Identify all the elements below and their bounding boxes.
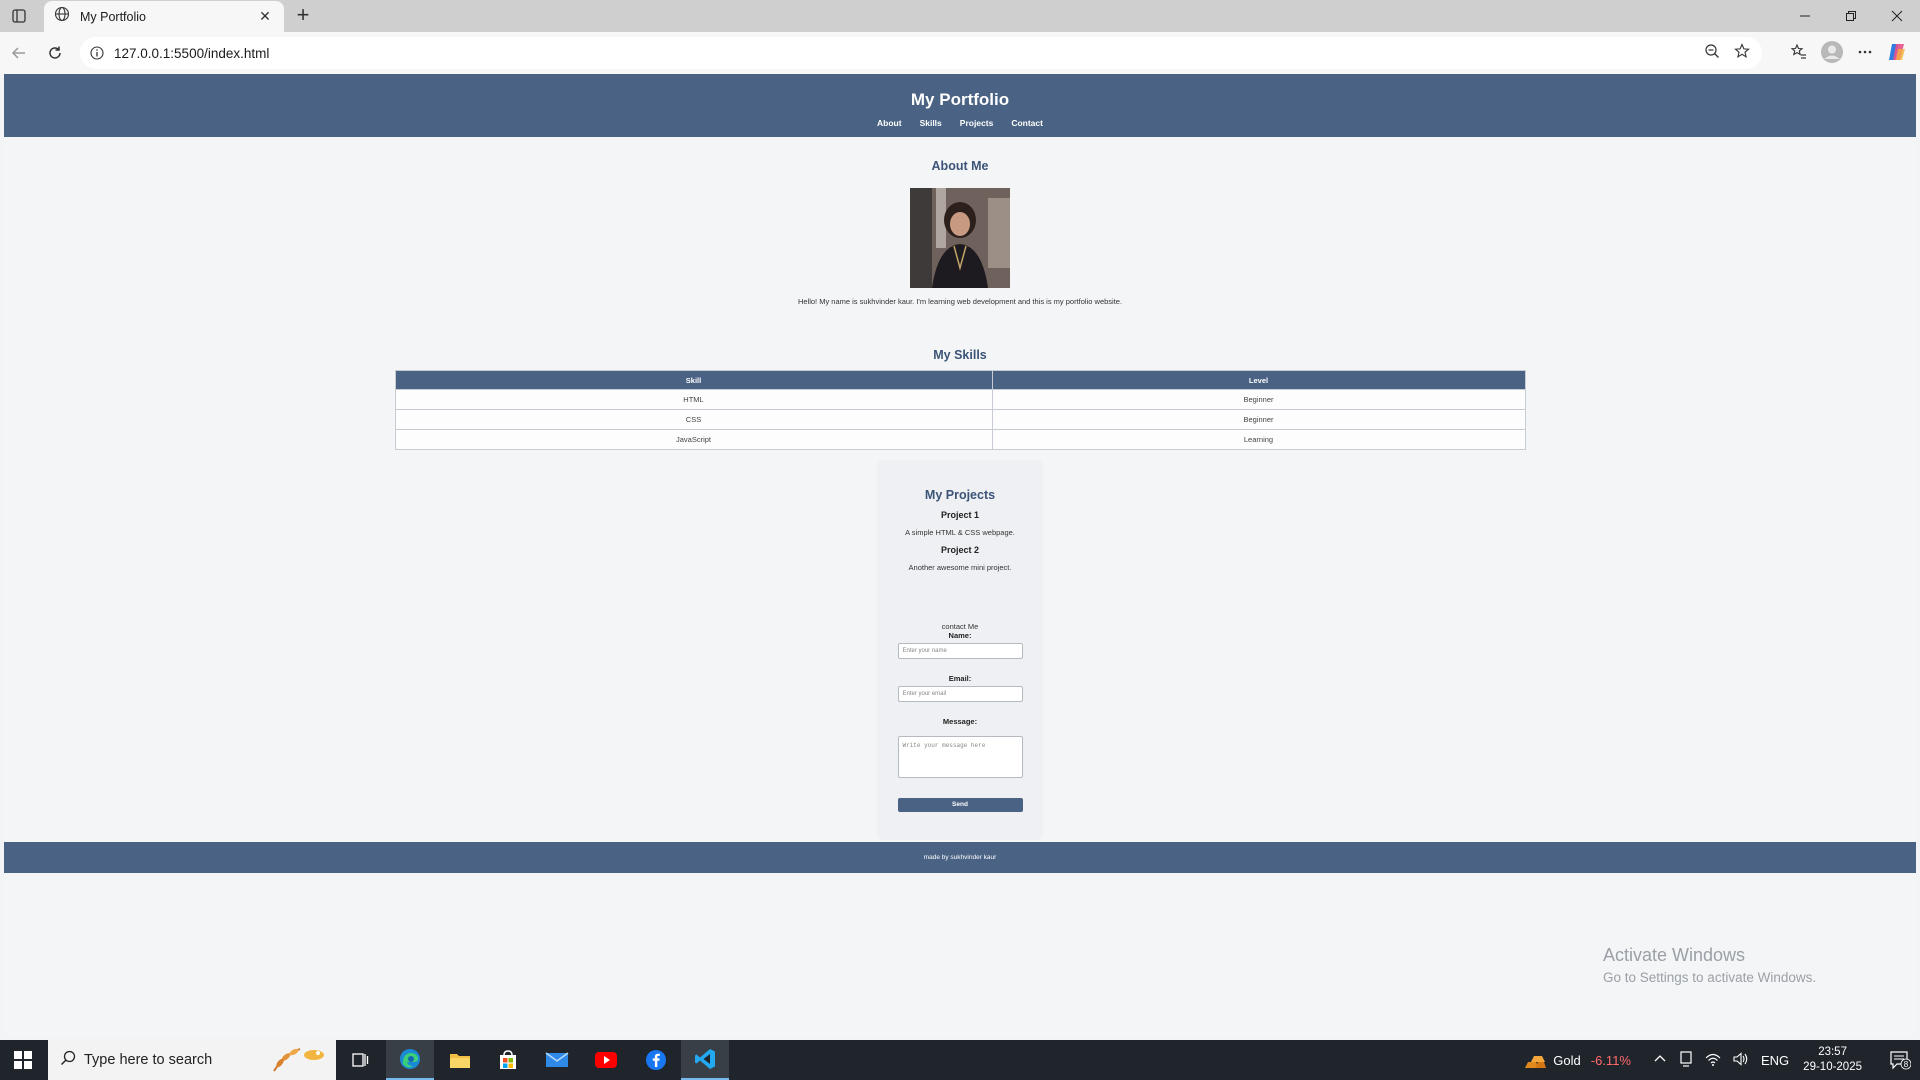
youtube-icon[interactable] (582, 1040, 630, 1080)
edge-taskbar-icon[interactable] (386, 1040, 434, 1080)
favorite-star-icon[interactable] (1734, 42, 1750, 64)
notification-count: 8 (1904, 1060, 1909, 1069)
profile-photo (910, 188, 1010, 288)
taskbar: Type here to search Gold -6.11% ENG 23:5… (0, 1040, 1920, 1080)
table-row: HTML Beginner (394, 389, 1526, 410)
contact-caption: contact Me (941, 622, 979, 631)
task-view-icon[interactable] (336, 1040, 384, 1080)
back-icon[interactable] (8, 42, 30, 64)
table-cell-level: Beginner (991, 409, 1526, 430)
skills-heading: My Skills (933, 348, 987, 362)
browser-titlebar: My Portfolio ✕ + (0, 0, 1920, 32)
table-header-skill: Skill (394, 370, 993, 390)
gold-change: -6.11% (1590, 1052, 1631, 1068)
wifi-icon[interactable] (1705, 1052, 1721, 1069)
vscode-icon[interactable] (681, 1040, 729, 1080)
language-indicator[interactable]: ENG (1761, 1053, 1789, 1068)
window-controls (1782, 0, 1920, 32)
search-placeholder: Type here to search (84, 1052, 213, 1068)
notification-center-icon[interactable]: 8 (1880, 1050, 1920, 1070)
skills-section: My Skills Skill Level HTML Beginner CSS … (4, 348, 1916, 450)
project-1-title: Project 1 (940, 510, 980, 520)
close-window-icon[interactable] (1874, 0, 1920, 32)
url-text[interactable]: 127.0.0.1:5500/index.html (114, 46, 1704, 61)
device-icon[interactable] (1679, 1050, 1693, 1070)
profile-avatar-icon[interactable] (1820, 40, 1844, 69)
browser-tab[interactable]: My Portfolio ✕ (44, 1, 284, 32)
copilot-icon[interactable] (1886, 41, 1908, 68)
watermark-line2: Go to Settings to activate Windows. (1603, 970, 1817, 985)
nav-link-skills[interactable]: Skills (920, 118, 942, 128)
gold-bars-icon (1525, 1056, 1547, 1068)
close-icon[interactable]: ✕ (256, 8, 274, 25)
clock-date: 29-10-2025 (1803, 1061, 1862, 1073)
search-icon (60, 1050, 76, 1071)
restore-icon[interactable] (1828, 0, 1874, 32)
tab-actions-icon[interactable] (8, 6, 30, 26)
projects-section: My Projects Project 1 A simple HTML & CS… (877, 460, 1043, 840)
refresh-icon[interactable] (44, 42, 66, 64)
email-label: Email: (948, 674, 972, 683)
site-header: My Portfolio About Skills Projects Conta… (4, 74, 1916, 137)
table-cell-level: Beginner (991, 389, 1526, 410)
message-textarea[interactable]: Write your message here (897, 736, 1023, 778)
gold-widget[interactable]: Gold -6.11% (1523, 1050, 1631, 1070)
table-cell-skill: JavaScript (394, 429, 993, 450)
favorites-icon[interactable] (1790, 43, 1808, 66)
name-label: Name: (948, 631, 972, 640)
chevron-up-icon[interactable] (1653, 1052, 1667, 1069)
file-explorer-icon[interactable] (436, 1040, 484, 1080)
about-text: Hello! My name is sukhvinder kaur. I'm l… (797, 297, 1123, 306)
system-tray: Gold -6.11% ENG 23:57 29-10-2025 8 (1523, 1040, 1920, 1080)
nav-link-about[interactable]: About (877, 118, 902, 128)
mail-icon[interactable] (533, 1040, 581, 1080)
tab-title: My Portfolio (80, 9, 146, 24)
minimize-icon[interactable] (1782, 0, 1828, 32)
table-row: CSS Beginner (394, 409, 1526, 430)
project-2-description: Another awesome mini project. (908, 563, 1012, 572)
zoom-out-icon[interactable] (1704, 43, 1720, 64)
clock[interactable]: 23:57 29-10-2025 (1803, 1045, 1862, 1075)
watermark-line1: Activate Windows (1603, 945, 1746, 965)
windows-start-icon[interactable] (0, 1040, 46, 1080)
search-highlight-icon (266, 1041, 332, 1080)
site-info-icon[interactable] (80, 46, 114, 60)
activate-windows-watermark: Activate Windows Go to Settings to activ… (1603, 945, 1816, 985)
table-header-row: Skill Level (394, 370, 1526, 390)
page-viewport: My Portfolio About Skills Projects Conta… (4, 74, 1916, 1036)
send-button[interactable]: Send (897, 798, 1023, 812)
about-heading: About Me (931, 159, 989, 173)
site-title: My Portfolio (910, 90, 1010, 109)
microsoft-store-icon[interactable] (484, 1040, 532, 1080)
email-input[interactable]: Enter your email (897, 686, 1023, 702)
about-section: About Me Hello! My name is sukhvinder ka… (4, 159, 1916, 306)
skills-table: Skill Level HTML Beginner CSS Beginner J… (394, 370, 1526, 450)
browser-toolbar: 127.0.0.1:5500/index.html (0, 32, 1920, 74)
table-cell-level: Learning (991, 429, 1526, 450)
name-input[interactable]: Enter your name (897, 643, 1023, 659)
site-nav: About Skills Projects Contact (4, 118, 1916, 128)
volume-icon[interactable] (1733, 1051, 1749, 1069)
table-row: JavaScript Learning (394, 429, 1526, 450)
address-bar[interactable]: 127.0.0.1:5500/index.html (80, 37, 1762, 69)
globe-icon (54, 6, 70, 27)
message-label: Message: (942, 717, 978, 726)
taskbar-search-box[interactable]: Type here to search (48, 1040, 336, 1080)
facebook-icon[interactable] (632, 1040, 680, 1080)
table-cell-skill: CSS (394, 409, 993, 430)
projects-heading: My Projects (924, 488, 996, 502)
nav-link-contact[interactable]: Contact (1011, 118, 1043, 128)
more-options-icon[interactable] (1856, 43, 1874, 66)
nav-link-projects[interactable]: Projects (960, 118, 994, 128)
project-1-description: A simple HTML & CSS webpage. (905, 528, 1015, 537)
gold-label: Gold (1553, 1052, 1581, 1068)
table-cell-skill: HTML (394, 389, 993, 410)
project-2-title: Project 2 (940, 545, 980, 555)
clock-time: 23:57 (1818, 1046, 1847, 1058)
new-tab-button[interactable]: + (290, 4, 316, 28)
table-header-level: Level (991, 370, 1526, 390)
site-footer: made by sukhvinder kaur (4, 842, 1916, 873)
